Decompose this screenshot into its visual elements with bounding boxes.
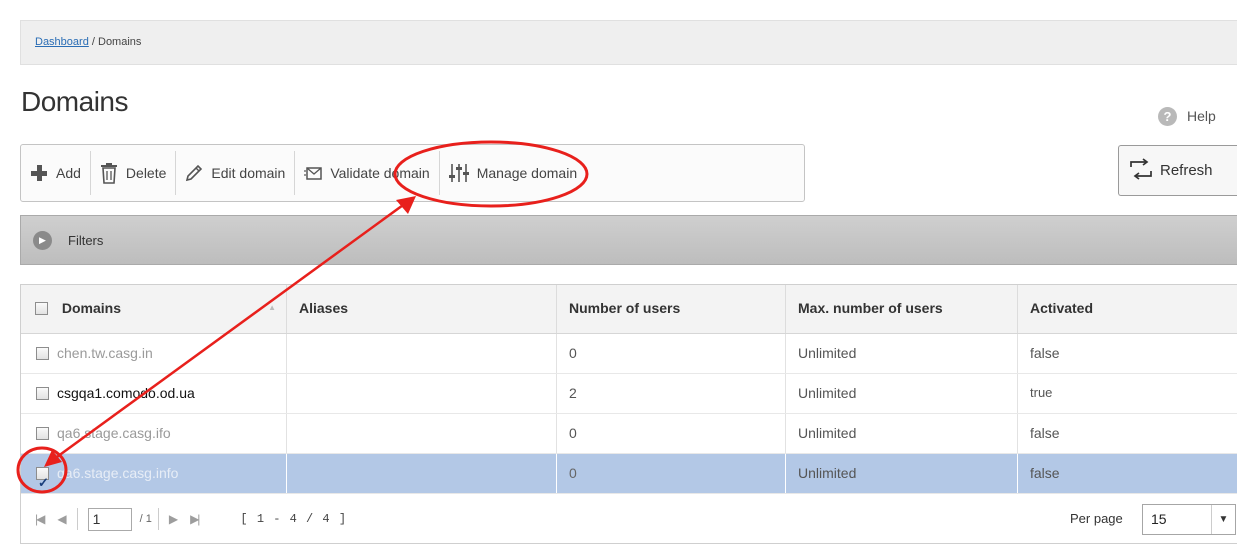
help-label: Help — [1187, 108, 1216, 124]
activated-cell: false — [1030, 425, 1060, 441]
edit-domain-button[interactable]: Edit domain — [176, 145, 294, 201]
column-header-activated[interactable]: Activated — [1018, 285, 1237, 333]
row-checkbox-checked[interactable] — [36, 464, 49, 502]
filters-panel-toggle[interactable]: ▶ Filters — [20, 215, 1237, 265]
pager-divider — [157, 508, 159, 530]
refresh-button[interactable]: Refresh — [1118, 145, 1237, 196]
per-page-label: Per page — [1070, 511, 1123, 526]
page-total: / 1 — [139, 513, 152, 525]
max-users-cell: Unlimited — [786, 374, 1018, 413]
last-page-icon[interactable]: ▶| — [190, 512, 200, 526]
prev-page-icon[interactable]: ◀ — [57, 512, 66, 526]
record-range: [ 1 - 4 / 4 ] — [240, 512, 348, 526]
per-page-select[interactable]: 15 ▼ — [1142, 504, 1236, 535]
domain-name: csgqa1.comodo.od.ua — [57, 385, 195, 401]
help-button[interactable]: ? Help — [1158, 105, 1216, 127]
domain-cell: qa6.stage.casg.ifo — [21, 414, 287, 453]
pagination-bar: |◀ ◀ / 1 ▶ ▶| [ 1 - 4 / 4 ] Per page 15 … — [21, 494, 1237, 544]
validate-domain-label: Validate domain — [330, 165, 430, 181]
filters-label: Filters — [68, 232, 104, 248]
pencil-icon — [185, 164, 203, 182]
domain-name: qa6.stage.casg.ifo — [57, 425, 171, 441]
delete-button[interactable]: Delete — [91, 145, 175, 201]
table-row[interactable]: qa6.stage.casg.ifo 0 Unlimited false — [21, 414, 1237, 454]
page-number-input[interactable] — [87, 507, 132, 531]
activated-cell: true — [1030, 385, 1053, 400]
refresh-icon — [1128, 157, 1154, 184]
aliases-cell — [287, 334, 557, 373]
column-header-domains[interactable]: Domains ▲ — [21, 285, 287, 333]
table-row[interactable]: csgqa1.comodo.od.ua 2 Unlimited true — [21, 374, 1237, 414]
activated-cell: false — [1030, 345, 1060, 361]
plus-icon — [30, 164, 48, 182]
column-header-aliases[interactable]: Aliases — [287, 285, 557, 333]
pager-divider — [76, 508, 78, 530]
manage-domain-label: Manage domain — [476, 165, 578, 181]
users-cell: 0 — [557, 414, 786, 453]
validate-domain-button[interactable]: Validate domain — [295, 145, 438, 201]
domain-name: qa6.stage.casg.info — [57, 465, 179, 481]
refresh-label: Refresh — [1160, 162, 1213, 179]
column-header-number-of-users[interactable]: Number of users — [557, 285, 786, 333]
aliases-cell — [287, 454, 557, 493]
aliases-cell — [287, 414, 557, 453]
first-page-icon[interactable]: |◀ — [35, 512, 45, 526]
sort-arrow-icon: ▲ — [268, 303, 276, 312]
row-checkbox[interactable] — [36, 346, 49, 360]
max-users-cell: Unlimited — [786, 334, 1018, 373]
table-row-selected[interactable]: qa6.stage.casg.info 0 Unlimited false — [21, 454, 1237, 502]
add-button[interactable]: Add — [21, 145, 90, 201]
sliders-icon — [448, 163, 469, 183]
per-page-value: 15 — [1151, 511, 1167, 527]
add-label: Add — [56, 165, 81, 181]
aliases-cell — [287, 374, 557, 413]
max-users-cell: Unlimited — [786, 414, 1018, 453]
edit-domain-label: Edit domain — [211, 165, 286, 181]
breadcrumb-separator: / — [88, 36, 98, 48]
chevron-down-icon: ▼ — [1211, 505, 1235, 534]
users-cell: 2 — [557, 374, 786, 413]
activated-cell: false — [1030, 465, 1060, 481]
breadcrumb-dashboard-link[interactable]: Dashboard — [35, 36, 89, 48]
expand-arrow-icon: ▶ — [33, 230, 52, 250]
domains-table: Domains ▲ Aliases Number of users Max. n… — [20, 284, 1237, 544]
envelope-check-icon — [304, 166, 323, 181]
domain-name: chen.tw.casg.in — [57, 345, 153, 361]
users-cell: 0 — [557, 454, 786, 493]
select-all-checkbox[interactable] — [35, 301, 48, 315]
help-icon: ? — [1158, 106, 1177, 126]
domain-cell: qa6.stage.casg.info — [21, 454, 287, 502]
toolbar: Add Delete Edit domain Validate domain M… — [20, 144, 805, 202]
row-checkbox[interactable] — [36, 386, 49, 400]
domain-cell: csgqa1.comodo.od.ua — [21, 374, 287, 413]
page-title: Domains — [21, 86, 128, 117]
trash-icon — [100, 162, 118, 184]
table-header: Domains ▲ Aliases Number of users Max. n… — [21, 285, 1237, 334]
users-cell: 0 — [557, 334, 786, 373]
column-header-max-users[interactable]: Max. number of users — [786, 285, 1018, 333]
max-users-cell: Unlimited — [786, 454, 1018, 493]
next-page-icon[interactable]: ▶ — [169, 512, 178, 526]
row-checkbox[interactable] — [36, 426, 49, 440]
domain-cell: chen.tw.casg.in — [21, 334, 287, 373]
manage-domain-button[interactable]: Manage domain — [440, 145, 586, 201]
delete-label: Delete — [125, 165, 167, 181]
breadcrumb: Dashboard / Domains — [20, 20, 1237, 65]
table-row[interactable]: chen.tw.casg.in 0 Unlimited false — [21, 334, 1237, 374]
breadcrumb-current: Domains — [98, 36, 142, 48]
column-label: Domains — [61, 300, 122, 316]
